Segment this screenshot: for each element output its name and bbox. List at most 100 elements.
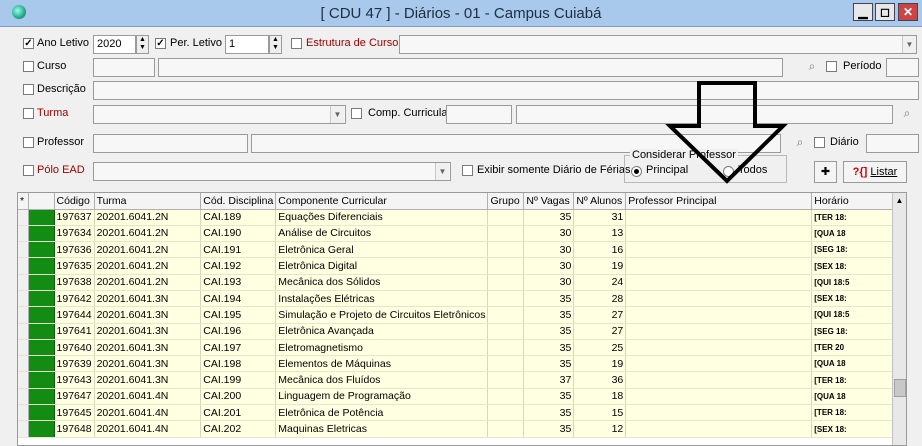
- table-row[interactable]: 197640 20201.6041.3N CAI.197 Eletromagnetis…: [18, 339, 906, 357]
- professor-cell[interactable]: [625, 355, 813, 373]
- turma-cell[interactable]: 20201.6041.2N: [94, 209, 202, 226]
- professor-cell[interactable]: [625, 339, 813, 357]
- row-indicator[interactable]: [18, 420, 30, 438]
- turma-cell[interactable]: 20201.6041.4N: [94, 420, 202, 438]
- col-alunos-header[interactable]: Nº Alunos: [573, 193, 627, 210]
- polo-checkbox[interactable]: [23, 165, 34, 176]
- col-vagas-header[interactable]: Nº Vagas: [523, 193, 575, 210]
- table-row[interactable]: 197644 20201.6041.3N CAI.195 Simulação e Pr…: [18, 306, 906, 324]
- vagas-cell[interactable]: 35: [523, 404, 575, 422]
- table-row[interactable]: 197639 20201.6041.3N CAI.198 Elementos de M…: [18, 355, 906, 373]
- turma-cell[interactable]: 20201.6041.4N: [94, 388, 202, 406]
- row-indicator[interactable]: [18, 241, 30, 259]
- professor-cell[interactable]: [625, 257, 813, 275]
- vagas-cell[interactable]: 35: [523, 388, 575, 406]
- vagas-cell[interactable]: 35: [523, 306, 575, 324]
- row-indicator[interactable]: [18, 290, 30, 308]
- ano-letivo-spinner[interactable]: ▲ ▼: [136, 35, 149, 54]
- vagas-cell[interactable]: 35: [523, 209, 575, 226]
- scroll-up-icon[interactable]: ▲: [893, 193, 906, 209]
- scroll-thumb[interactable]: [894, 379, 906, 397]
- curso-code-input[interactable]: [93, 58, 155, 77]
- row-indicator[interactable]: [18, 306, 30, 324]
- codigo-cell[interactable]: 197639: [54, 355, 95, 373]
- ano-letivo-input[interactable]: 2020: [93, 35, 136, 54]
- col-grupo-header[interactable]: Grupo: [487, 193, 525, 210]
- col-indicator-header[interactable]: *: [18, 193, 30, 210]
- alunos-cell[interactable]: 16: [573, 241, 627, 259]
- descricao-checkbox[interactable]: [23, 84, 34, 95]
- row-status-indicator[interactable]: [28, 290, 55, 308]
- cod-disciplina-cell[interactable]: CAI.195: [200, 306, 277, 324]
- row-status-indicator[interactable]: [28, 257, 55, 275]
- grupo-cell[interactable]: [487, 404, 525, 422]
- codigo-cell[interactable]: 197648: [54, 420, 95, 438]
- turma-cell[interactable]: 20201.6041.3N: [94, 323, 202, 340]
- table-row[interactable]: 197637 20201.6041.2N CAI.189 Equações Difer…: [18, 209, 906, 226]
- professor-cell[interactable]: [625, 404, 813, 422]
- alunos-cell[interactable]: 12: [573, 420, 627, 438]
- table-row[interactable]: 197638 20201.6041.2N CAI.193 Mecânica dos S…: [18, 274, 906, 291]
- grupo-cell[interactable]: [487, 420, 525, 438]
- row-status-indicator[interactable]: [28, 388, 55, 406]
- turma-cell[interactable]: 20201.6041.2N: [94, 257, 202, 275]
- grupo-cell[interactable]: [487, 257, 525, 275]
- row-status-indicator[interactable]: [28, 339, 55, 357]
- table-row[interactable]: 197634 20201.6041.2N CAI.190 Análise de Cir…: [18, 225, 906, 243]
- row-status-indicator[interactable]: [28, 371, 55, 389]
- ano-letivo-checkbox[interactable]: ✓: [23, 38, 34, 49]
- professor-cell[interactable]: [625, 388, 813, 406]
- col-cod-disciplina-header[interactable]: Cód. Disciplina: [200, 193, 277, 210]
- close-button[interactable]: ✕: [898, 3, 918, 21]
- codigo-cell[interactable]: 197644: [54, 306, 95, 324]
- turma-cell[interactable]: 20201.6041.3N: [94, 290, 202, 308]
- componente-cell[interactable]: Eletrônica de Potência: [275, 404, 489, 422]
- estrutura-checkbox[interactable]: [291, 38, 302, 49]
- per-letivo-input[interactable]: 1: [225, 35, 269, 54]
- curso-checkbox[interactable]: [23, 61, 34, 72]
- professor-cell[interactable]: [625, 241, 813, 259]
- grupo-cell[interactable]: [487, 339, 525, 357]
- alunos-cell[interactable]: 28: [573, 290, 627, 308]
- codigo-cell[interactable]: 197634: [54, 225, 95, 243]
- codigo-cell[interactable]: 197647: [54, 388, 95, 406]
- grupo-cell[interactable]: [487, 306, 525, 324]
- grupo-cell[interactable]: [487, 241, 525, 259]
- turma-cell[interactable]: 20201.6041.3N: [94, 339, 202, 357]
- codigo-cell[interactable]: 197641: [54, 323, 95, 340]
- cod-disciplina-cell[interactable]: CAI.193: [200, 274, 277, 291]
- col-turma-header[interactable]: Turma: [94, 193, 202, 210]
- row-status-indicator[interactable]: [28, 274, 55, 291]
- binoculars-icon[interactable]: ⌕: [898, 106, 916, 122]
- grupo-cell[interactable]: [487, 388, 525, 406]
- codigo-cell[interactable]: 197645: [54, 404, 95, 422]
- row-indicator[interactable]: [18, 274, 30, 291]
- codigo-cell[interactable]: 197635: [54, 257, 95, 275]
- maximize-button[interactable]: ◻: [875, 3, 895, 21]
- alunos-cell[interactable]: 27: [573, 306, 627, 324]
- ferias-checkbox[interactable]: [462, 165, 473, 176]
- vagas-cell[interactable]: 37: [523, 371, 575, 389]
- turma-cell[interactable]: 20201.6041.4N: [94, 404, 202, 422]
- componente-cell[interactable]: Maquinas Eletricas: [275, 420, 489, 438]
- professor-checkbox[interactable]: [23, 137, 34, 148]
- codigo-cell[interactable]: 197637: [54, 209, 95, 226]
- table-row[interactable]: 197641 20201.6041.3N CAI.196 Eletrônica Ava…: [18, 323, 906, 340]
- col-status-header[interactable]: [28, 193, 55, 210]
- alunos-cell[interactable]: 15: [573, 404, 627, 422]
- vagas-cell[interactable]: 35: [523, 323, 575, 340]
- row-indicator[interactable]: [18, 404, 30, 422]
- componente-cell[interactable]: Mecânica dos Fluídos: [275, 371, 489, 389]
- alunos-cell[interactable]: 19: [573, 355, 627, 373]
- polo-select[interactable]: [93, 162, 451, 181]
- row-indicator[interactable]: [18, 339, 30, 357]
- professor-cell[interactable]: [625, 420, 813, 438]
- alunos-cell[interactable]: 19: [573, 257, 627, 275]
- componente-cell[interactable]: Eletrônica Avançada: [275, 323, 489, 340]
- row-indicator[interactable]: [18, 323, 30, 340]
- alunos-cell[interactable]: 36: [573, 371, 627, 389]
- grupo-cell[interactable]: [487, 225, 525, 243]
- table-row[interactable]: 197642 20201.6041.3N CAI.194 Instalações El…: [18, 290, 906, 308]
- row-status-indicator[interactable]: [28, 323, 55, 340]
- professor-cell[interactable]: [625, 209, 813, 226]
